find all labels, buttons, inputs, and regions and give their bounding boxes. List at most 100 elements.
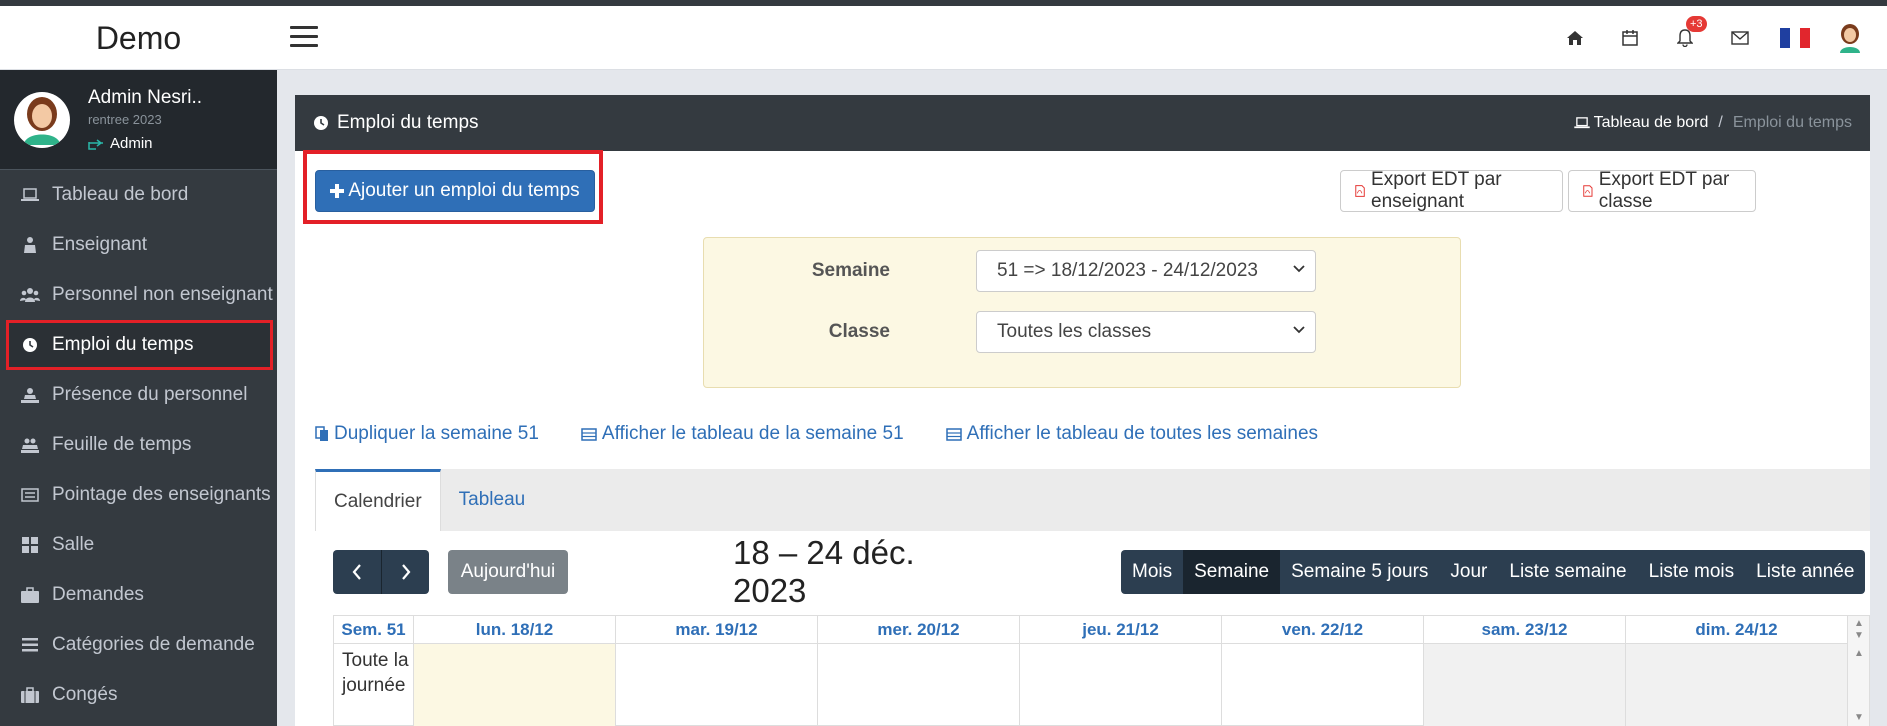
users-icon bbox=[20, 285, 40, 305]
language-flag-fr-icon[interactable] bbox=[1767, 6, 1822, 70]
sidebar-item-pointage-des-enseignants[interactable]: Pointage des enseignants bbox=[0, 470, 277, 520]
timesheet-icon bbox=[20, 435, 40, 455]
sidebar-item-categories-de-demande[interactable]: Catégories de demande bbox=[0, 620, 277, 670]
list-icon bbox=[20, 485, 40, 505]
chevron-left-icon bbox=[352, 564, 361, 580]
tab-tableau[interactable]: Tableau bbox=[441, 469, 544, 531]
day-header[interactable]: jeu. 21/12 bbox=[1020, 616, 1222, 644]
scroll-up-icon[interactable]: ▲ bbox=[1854, 618, 1864, 629]
export-by-class-button[interactable]: Export EDT par classe bbox=[1568, 169, 1756, 212]
teacher-icon bbox=[20, 235, 40, 255]
view-liste-semaine[interactable]: Liste semaine bbox=[1498, 550, 1637, 594]
sidebar-item-emploi-du-temps[interactable]: Emploi du temps bbox=[6, 320, 273, 370]
day-header[interactable]: ven. 22/12 bbox=[1222, 616, 1424, 644]
prev-week-button[interactable] bbox=[333, 550, 381, 594]
briefcase-icon bbox=[20, 585, 40, 605]
tab-calendrier[interactable]: Calendrier bbox=[315, 469, 441, 531]
chevron-down-icon bbox=[1293, 326, 1305, 334]
calendar-scrollbar[interactable]: ▲ ▼ ▲ ▼ bbox=[1847, 616, 1869, 726]
show-week-table-link[interactable]: Afficher le tableau de la semaine 51 bbox=[581, 423, 904, 445]
action-links: Dupliquer la semaine 51 Afficher le tabl… bbox=[315, 423, 1360, 445]
brand-logo[interactable]: Demo bbox=[0, 6, 277, 70]
chevron-down-icon bbox=[1293, 265, 1305, 273]
day-header[interactable]: sam. 23/12 bbox=[1424, 616, 1626, 644]
sidebar-item-tableau-de-bord[interactable]: Tableau de bord bbox=[0, 170, 277, 220]
breadcrumb-home-link[interactable]: Tableau de bord bbox=[1594, 114, 1709, 132]
all-day-cell-weekend[interactable] bbox=[1424, 644, 1626, 726]
view-semaine[interactable]: Semaine bbox=[1183, 550, 1281, 594]
day-header[interactable]: mer. 20/12 bbox=[818, 616, 1020, 644]
class-select[interactable]: Toutes les classes bbox=[976, 311, 1316, 353]
sidebar-item-salle[interactable]: Salle bbox=[0, 520, 277, 570]
view-mois[interactable]: Mois bbox=[1121, 550, 1183, 594]
scroll-down-icon[interactable]: ▼ bbox=[1854, 630, 1864, 641]
pdf-icon bbox=[1583, 185, 1593, 197]
sidebar-item-enseignant[interactable]: Enseignant bbox=[0, 220, 277, 270]
all-day-cell-today[interactable] bbox=[414, 644, 616, 726]
pointing-hand-icon bbox=[88, 138, 103, 150]
duplicate-week-link[interactable]: Dupliquer la semaine 51 bbox=[315, 423, 539, 445]
card-header: Emploi du temps Tableau de bord / Emploi… bbox=[295, 95, 1870, 151]
copy-icon bbox=[315, 426, 328, 441]
top-navbar: Demo +3 bbox=[0, 6, 1887, 70]
calendar-icon[interactable] bbox=[1602, 6, 1657, 70]
all-day-cell[interactable] bbox=[1222, 644, 1424, 726]
day-header[interactable]: dim. 24/12 bbox=[1626, 616, 1848, 644]
all-day-cell-weekend[interactable] bbox=[1626, 644, 1848, 726]
all-day-cell[interactable] bbox=[818, 644, 1020, 726]
clock-icon bbox=[20, 335, 40, 355]
class-label: Classe bbox=[828, 321, 890, 342]
view-tabs: Calendrier Tableau bbox=[315, 469, 1870, 531]
top-icons: +3 bbox=[1547, 6, 1877, 70]
view-jour[interactable]: Jour bbox=[1439, 550, 1498, 594]
chevron-right-icon bbox=[401, 564, 410, 580]
add-timetable-button[interactable]: Ajouter un emploi du temps bbox=[315, 170, 595, 212]
notifications-bell-icon[interactable]: +3 bbox=[1657, 6, 1712, 70]
sidebar-item-personnel-non-enseignant[interactable]: Personnel non enseignant bbox=[0, 270, 277, 320]
scroll-up-icon[interactable]: ▲ bbox=[1854, 648, 1864, 659]
scroll-down-icon[interactable]: ▼ bbox=[1854, 712, 1864, 723]
today-button[interactable]: Aujourd'hui bbox=[448, 550, 568, 594]
calendar-title: 18 – 24 déc. 2023 bbox=[733, 534, 915, 609]
user-name[interactable]: Admin Nesri.. bbox=[88, 87, 202, 109]
laptop-icon bbox=[1573, 117, 1590, 129]
view-liste-annee[interactable]: Liste année bbox=[1745, 550, 1865, 594]
day-header[interactable]: lun. 18/12 bbox=[414, 616, 616, 644]
week-number-header: Sem. 51 bbox=[334, 616, 414, 644]
sidebar-item-demandes[interactable]: Demandes bbox=[0, 570, 277, 620]
week-select[interactable]: 51 => 18/12/2023 - 24/12/2023 bbox=[976, 250, 1316, 292]
main-card: Emploi du temps Tableau de bord / Emploi… bbox=[295, 95, 1870, 726]
envelope-icon[interactable] bbox=[1712, 6, 1767, 70]
sidebar-item-conges[interactable]: Congés bbox=[0, 670, 277, 720]
sidebar-item-presence-du-personnel[interactable]: Présence du personnel bbox=[0, 370, 277, 420]
hamburger-menu-icon[interactable] bbox=[290, 26, 318, 48]
day-header[interactable]: mar. 19/12 bbox=[616, 616, 818, 644]
page-title: Emploi du temps bbox=[337, 112, 479, 133]
home-icon[interactable] bbox=[1547, 6, 1602, 70]
calendar-view-switcher: Mois Semaine Semaine 5 jours Jour Liste … bbox=[1121, 550, 1866, 594]
table-icon bbox=[945, 427, 962, 441]
user-avatar-icon[interactable] bbox=[1822, 6, 1877, 70]
all-day-cell[interactable] bbox=[616, 644, 818, 726]
week-label: Semaine bbox=[811, 260, 890, 281]
grid-icon bbox=[20, 535, 40, 555]
view-semaine-5-jours[interactable]: Semaine 5 jours bbox=[1280, 550, 1439, 594]
presence-icon bbox=[20, 385, 40, 405]
view-liste-mois[interactable]: Liste mois bbox=[1638, 550, 1746, 594]
notification-badge: +3 bbox=[1686, 16, 1707, 32]
table-icon bbox=[581, 427, 597, 441]
user-avatar[interactable] bbox=[14, 91, 70, 148]
user-role: Admin bbox=[88, 135, 202, 152]
suitcase-icon bbox=[20, 685, 40, 705]
sidebar-item-feuille-de-temps[interactable]: Feuille de temps bbox=[0, 420, 277, 470]
next-week-button[interactable] bbox=[381, 550, 429, 594]
show-all-weeks-link[interactable]: Afficher le tableau de toutes les semain… bbox=[945, 423, 1318, 445]
breadcrumb: Tableau de bord / Emploi du temps bbox=[1573, 114, 1852, 132]
export-by-teacher-button[interactable]: Export EDT par enseignant bbox=[1340, 169, 1563, 212]
sidebar: Admin Nesri.. rentree 2023 Admin Tableau… bbox=[0, 70, 277, 726]
filter-panel: Semaine 51 => 18/12/2023 - 24/12/2023 Cl… bbox=[703, 237, 1461, 388]
all-day-cell[interactable] bbox=[1020, 644, 1222, 726]
bars-icon bbox=[20, 635, 40, 655]
clock-icon bbox=[313, 115, 329, 131]
user-panel: Admin Nesri.. rentree 2023 Admin bbox=[0, 70, 277, 170]
